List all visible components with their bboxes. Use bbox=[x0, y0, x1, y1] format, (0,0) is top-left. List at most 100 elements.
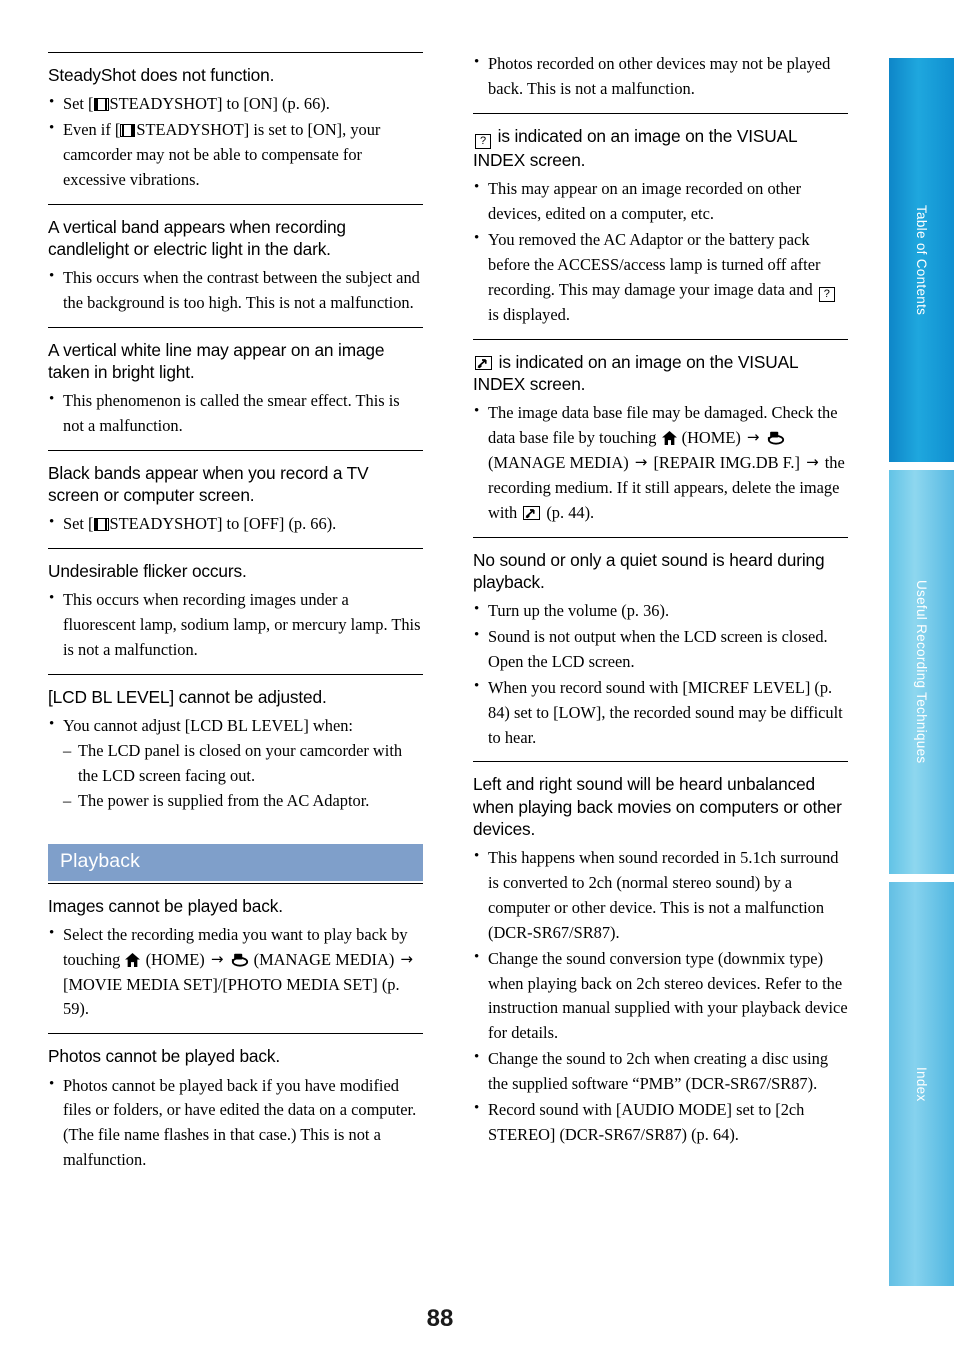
sidebar-tab-label: Index bbox=[914, 1066, 929, 1102]
troubleshooting-topic: A vertical white line may appear on an i… bbox=[48, 327, 423, 439]
sub-bullet-list: The LCD panel is closed on your camcorde… bbox=[63, 739, 423, 814]
arrow-right: → bbox=[806, 452, 819, 471]
bullet-text: Change the sound to 2ch when creating a … bbox=[488, 1049, 829, 1094]
bullet-item: Set [STEADYSHOT] to [OFF] (p. 66). bbox=[48, 511, 423, 537]
bullet-list: Set [STEADYSHOT] to [ON] (p. 66). Even if… bbox=[48, 91, 423, 193]
bullet-list: This may appear on an image recorded on … bbox=[473, 176, 848, 328]
troubleshooting-topic: SteadyShot does not function. Set [STEADY… bbox=[48, 52, 423, 193]
bullet-text: When you record sound with [MICREF LEVEL… bbox=[488, 677, 843, 747]
bullet-item: Even if [STEADYSHOT] is set to [ON], you… bbox=[48, 117, 423, 193]
troubleshooting-topic: Images cannot be played back. Select the … bbox=[48, 882, 423, 1023]
troubleshooting-topic: A vertical band appears when recording c… bbox=[48, 203, 423, 316]
bullet-text: Set [STEADYSHOT] to [ON] (p. 66). bbox=[63, 94, 330, 114]
bullet-text: Sound is not output when the LCD screen … bbox=[488, 626, 828, 671]
troubleshooting-topic: Black bands appear when you record a TV … bbox=[48, 450, 423, 537]
bullet-list: You cannot adjust [LCD BL LEVEL] when: Th… bbox=[48, 713, 423, 814]
section-header-playback: Playback bbox=[48, 844, 423, 881]
bullet-text: This occurs when recording images under … bbox=[63, 590, 421, 660]
bullet-item: Sound is not output when the LCD screen … bbox=[473, 624, 848, 675]
bullet-item: This occurs when recording images under … bbox=[48, 587, 423, 663]
bullet-text: Select the recording media you want to p… bbox=[63, 924, 413, 1019]
bullet-text: This may appear on an image recorded on … bbox=[488, 179, 802, 223]
bullet-list: This occurs when the contrast between th… bbox=[48, 265, 423, 316]
manage-media-icon bbox=[231, 953, 249, 967]
bullet-text: Photos recorded on other devices may not… bbox=[488, 54, 831, 98]
bullet-item: Record sound with [AUDIO MODE] set to [2… bbox=[473, 1097, 848, 1148]
bullet-item: Change the sound to 2ch when creating a … bbox=[473, 1046, 848, 1097]
side-index-tabs: Table of Contents Useful Recording Techn… bbox=[886, 0, 954, 1357]
bullet-text: This phenomenon is called the smear effe… bbox=[63, 391, 400, 436]
topic-title: Photos cannot be played back. bbox=[48, 1046, 280, 1067]
arrow-right: → bbox=[746, 427, 760, 446]
topic-title: [LCD BL LEVEL] cannot be adjusted. bbox=[48, 687, 327, 708]
topic-title: ? is indicated on an image on the VISUAL… bbox=[473, 125, 797, 170]
topic-title: A vertical white line may appear on an i… bbox=[48, 340, 385, 383]
bullet-item: The image data base file may be damaged.… bbox=[473, 400, 848, 526]
bullet-item: When you record sound with [MICREF LEVEL… bbox=[473, 675, 848, 751]
bullet-text: Set [STEADYSHOT] to [OFF] (p. 66). bbox=[63, 514, 337, 534]
film-icon bbox=[93, 98, 109, 112]
bullet-list: The image data base file may be damaged.… bbox=[473, 400, 848, 526]
troubleshooting-topic: [LCD BL LEVEL] cannot be adjusted. You ca… bbox=[48, 674, 423, 814]
broken-image-icon bbox=[523, 505, 541, 520]
bullet-list: This occurs when recording images under … bbox=[48, 587, 423, 663]
topic-title: Undesirable flicker occurs. bbox=[48, 561, 247, 582]
question-box-icon: ? bbox=[818, 286, 835, 302]
bullet-item: This occurs when the contrast between th… bbox=[48, 265, 423, 316]
right-text-column: Photos recorded on other devices may not… bbox=[473, 51, 848, 1159]
bullet-item: This phenomenon is called the smear effe… bbox=[48, 388, 423, 439]
bullet-text: This occurs when the contrast between th… bbox=[63, 268, 420, 313]
bullet-item: Photos recorded on other devices may not… bbox=[473, 51, 848, 102]
bullet-item: This may appear on an image recorded on … bbox=[473, 176, 848, 227]
troubleshooting-topic: ? is indicated on an image on the VISUAL… bbox=[473, 112, 848, 328]
bullet-list: Select the recording media you want to p… bbox=[48, 922, 423, 1023]
troubleshooting-topic: Undesirable flicker occurs. This occurs w… bbox=[48, 548, 423, 663]
bullet-item: Select the recording media you want to p… bbox=[48, 922, 423, 1023]
film-icon bbox=[93, 518, 109, 532]
topic-title: Black bands appear when you record a TV … bbox=[48, 463, 369, 506]
troubleshooting-topic: Photos cannot be played back. Photos cann… bbox=[48, 1033, 423, 1173]
bullet-list: Photos recorded on other devices may not… bbox=[473, 51, 848, 102]
bullet-text: Even if [STEADYSHOT] is set to [ON], you… bbox=[63, 120, 381, 189]
home-icon bbox=[125, 952, 141, 967]
bullet-list: This happens when sound recorded in 5.1c… bbox=[473, 845, 848, 1148]
bullet-text: This happens when sound recorded in 5.1c… bbox=[488, 847, 839, 942]
topic-title: Images cannot be played back. bbox=[48, 895, 283, 916]
bullet-list: Turn up the volume (p. 36). Sound is not … bbox=[473, 598, 848, 751]
sidebar-tab-useful-recording-techniques[interactable]: Useful Recording Techniques bbox=[886, 470, 954, 874]
bullet-list: Set [STEADYSHOT] to [OFF] (p. 66). bbox=[48, 511, 423, 537]
bullet-text: Photos cannot be played back if you have… bbox=[63, 1075, 417, 1170]
sidebar-tab-table-of-contents[interactable]: Table of Contents bbox=[886, 58, 954, 462]
page-number: 88 bbox=[426, 1305, 454, 1332]
bullet-text: Record sound with [AUDIO MODE] set to [2… bbox=[488, 1100, 805, 1145]
bullet-item: Set [STEADYSHOT] to [ON] (p. 66). bbox=[48, 91, 423, 117]
topic-title: SteadyShot does not function. bbox=[48, 65, 275, 85]
bullet-item: You cannot adjust [LCD BL LEVEL] when: Th… bbox=[48, 713, 423, 814]
sub-bullet-item: The power is supplied from the AC Adapto… bbox=[63, 789, 423, 814]
left-text-column: SteadyShot does not function. Set [STEADY… bbox=[48, 52, 423, 1184]
bullet-text: Turn up the volume (p. 36). bbox=[488, 600, 670, 620]
manage-media-icon bbox=[767, 431, 785, 445]
arrow-right: → bbox=[210, 949, 224, 968]
topic-title: No sound or only a quiet sound is heard … bbox=[473, 549, 825, 592]
arrow-right: → bbox=[634, 452, 648, 471]
film-icon bbox=[120, 124, 136, 138]
sidebar-tab-label: Table of Contents bbox=[914, 204, 929, 316]
bullet-text: You cannot adjust [LCD BL LEVEL] when: bbox=[63, 716, 353, 736]
continued-bullets: Photos recorded on other devices may not… bbox=[473, 51, 848, 102]
bullet-list: This phenomenon is called the smear effe… bbox=[48, 388, 423, 439]
sidebar-tab-label: Useful Recording Techniques bbox=[914, 580, 929, 764]
troubleshooting-topic: Left and right sound will be heard unbal… bbox=[473, 761, 848, 1148]
bullet-item: Photos cannot be played back if you have… bbox=[48, 1073, 423, 1174]
topic-title: Left and right sound will be heard unbal… bbox=[473, 774, 842, 839]
topic-title: A vertical band appears when recording c… bbox=[48, 216, 346, 259]
bullet-item: Change the sound conversion type (downmi… bbox=[473, 946, 848, 1047]
broken-image-icon bbox=[475, 355, 492, 370]
topic-title: is indicated on an image on the VISUAL I… bbox=[473, 351, 798, 394]
arrow-right: → bbox=[400, 949, 413, 968]
sidebar-tab-index[interactable]: Index bbox=[886, 882, 954, 1286]
bullet-text: Change the sound conversion type (downmi… bbox=[488, 948, 848, 1043]
bullet-list: Photos cannot be played back if you have… bbox=[48, 1073, 423, 1174]
sub-bullet-item: The LCD panel is closed on your camcorde… bbox=[63, 739, 423, 789]
home-icon bbox=[661, 430, 677, 445]
